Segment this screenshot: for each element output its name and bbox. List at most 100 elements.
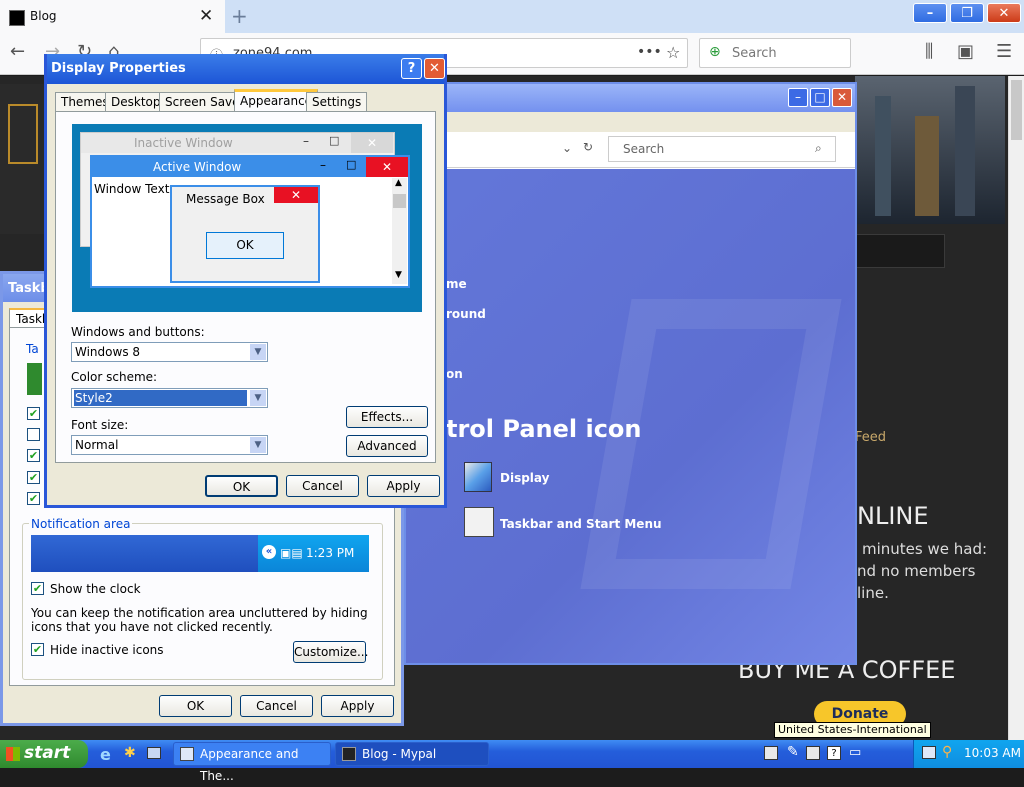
taskbar-option-checkbox-2[interactable] bbox=[27, 428, 40, 441]
chevron-down-icon: ▼ bbox=[250, 437, 266, 453]
display-props-titlebar: Display Properties ? ✕ bbox=[47, 54, 445, 84]
taskbar-start-icon[interactable] bbox=[464, 507, 494, 537]
system-tray: ⚲ 10:03 AM bbox=[913, 740, 1024, 768]
preview-inactive-close-icon: ✕ bbox=[351, 133, 393, 153]
taskbar-ok-button[interactable]: OK bbox=[159, 695, 232, 717]
back-icon[interactable]: ← bbox=[10, 41, 25, 62]
cp-maximize-button[interactable]: □ bbox=[810, 88, 830, 107]
chevron-down-icon: ▼ bbox=[250, 390, 266, 406]
cp-search-placeholder: Search bbox=[623, 142, 665, 156]
online-line2: nd no members bbox=[857, 562, 976, 580]
preview-message-box: Message Box ✕ OK bbox=[170, 185, 320, 283]
maximize-button[interactable]: ❐ bbox=[950, 3, 984, 23]
display-props-title: Display Properties bbox=[51, 61, 186, 76]
tab-favicon-icon bbox=[9, 10, 25, 26]
tab-close-icon[interactable]: ✕ bbox=[199, 6, 213, 26]
cp-item-display[interactable]: Display bbox=[500, 471, 549, 485]
windows-taskbar: start e ✱ Appearance and The... Blog - M… bbox=[0, 740, 1024, 783]
appearance-panel: Inactive Window – □ ✕ Active Window – □ … bbox=[55, 111, 436, 463]
chevron-down-icon: ▼ bbox=[250, 344, 266, 360]
pen-icon[interactable]: ✎ bbox=[787, 744, 799, 760]
menu-icon[interactable]: ☰ bbox=[996, 41, 1012, 62]
preview-time: 1:23 PM bbox=[306, 546, 355, 560]
search-icon[interactable]: ⌕ bbox=[815, 141, 822, 156]
quicklaunch-icon[interactable]: ✱ bbox=[124, 745, 136, 761]
scrollbar-thumb[interactable] bbox=[1011, 80, 1022, 140]
tray-icons-preview: ▣▤ bbox=[280, 546, 303, 560]
page-scrollbar[interactable] bbox=[1008, 76, 1024, 740]
notification-area-label: Notification area bbox=[29, 517, 133, 531]
task-blog-mypal[interactable]: Blog - Mypal bbox=[335, 742, 489, 766]
display-ok-button[interactable]: OK bbox=[205, 475, 278, 497]
tab-title: Blog bbox=[30, 9, 57, 23]
taskbar-cancel-button[interactable]: Cancel bbox=[240, 695, 313, 717]
search-engine-icon[interactable]: ⊕ bbox=[709, 44, 721, 60]
cp-close-button[interactable]: ✕ bbox=[832, 88, 852, 107]
display-apply-button[interactable]: Apply bbox=[367, 475, 440, 497]
cp-menubar bbox=[406, 112, 855, 132]
start-button[interactable]: start bbox=[0, 740, 88, 768]
city-skyline-image bbox=[855, 76, 1005, 224]
library-icon[interactable]: ⫼ bbox=[925, 41, 933, 62]
show-clock-checkbox[interactable]: ✔ bbox=[31, 582, 44, 595]
online-line1: minutes we had: bbox=[862, 540, 988, 558]
ie-icon[interactable]: e bbox=[100, 745, 111, 764]
close-button[interactable]: ✕ bbox=[987, 3, 1021, 23]
customize-button[interactable]: Customize... bbox=[293, 641, 368, 663]
taskbar-option-checkbox-3[interactable]: ✔ bbox=[27, 449, 40, 462]
taskbar-option-checkbox-5[interactable]: ✔ bbox=[27, 492, 40, 505]
search-tray-icon[interactable]: ⚲ bbox=[942, 744, 952, 760]
hide-inactive-checkbox[interactable]: ✔ bbox=[31, 643, 44, 656]
windows-buttons-select[interactable]: Windows 8 ▼ bbox=[71, 342, 268, 362]
network-icon[interactable] bbox=[922, 746, 936, 759]
preview-message-title: Message Box bbox=[186, 192, 265, 206]
preview-active-title: Active Window bbox=[153, 160, 242, 174]
keyboard-icon[interactable] bbox=[764, 746, 778, 760]
color-scheme-select[interactable]: Style2 ▼ bbox=[71, 388, 268, 408]
show-desktop-icon[interactable] bbox=[147, 747, 161, 759]
show-clock-label: Show the clock bbox=[50, 582, 141, 596]
preview-inactive-title: Inactive Window bbox=[134, 136, 233, 150]
taskbar-option-checkbox-4[interactable]: ✔ bbox=[27, 471, 40, 484]
display-cancel-button[interactable]: Cancel bbox=[286, 475, 359, 497]
bookmark-star-icon[interactable]: ☆ bbox=[666, 43, 680, 62]
cp-side-link-1[interactable]: me bbox=[446, 277, 467, 291]
task-appearance[interactable]: Appearance and The... bbox=[173, 742, 331, 783]
minimize-button[interactable]: – bbox=[913, 3, 947, 23]
preview-inactive-min-icon: – bbox=[303, 134, 309, 148]
control-panel-titlebar: – □ ✕ bbox=[406, 84, 855, 112]
display-properties-dialog: Display Properties ? ✕ Themes Desktop Sc… bbox=[44, 54, 447, 508]
effects-button[interactable]: Effects... bbox=[346, 406, 428, 428]
new-tab-button[interactable]: + bbox=[231, 4, 248, 28]
advanced-button[interactable]: Advanced bbox=[346, 435, 428, 457]
sidebar-icon[interactable]: ▣ bbox=[957, 41, 974, 62]
page-actions-icon[interactable]: ••• bbox=[637, 44, 662, 60]
cp-search-input[interactable]: Search ⌕ bbox=[608, 136, 836, 162]
restore-icon[interactable]: ▭ bbox=[849, 745, 861, 760]
taskbar-props-tab[interactable]: Taskb bbox=[9, 308, 50, 328]
taskbar-apply-button[interactable]: Apply bbox=[321, 695, 394, 717]
preview-message-close-icon: ✕ bbox=[274, 187, 318, 203]
taskbar-option-checkbox-1[interactable]: ✔ bbox=[27, 407, 40, 420]
cp-side-link-2[interactable]: round bbox=[446, 307, 486, 321]
language-bar-icon[interactable] bbox=[806, 746, 820, 760]
cp-minimize-button[interactable]: – bbox=[788, 88, 808, 107]
browser-tab-strip: Blog ✕ + – ❐ ✕ bbox=[0, 0, 1024, 33]
cp-side-link-3[interactable]: on bbox=[446, 367, 463, 381]
notification-preview: « ▣▤ 1:23 PM bbox=[31, 535, 369, 572]
site-search-box[interactable] bbox=[855, 234, 945, 268]
search-input[interactable]: ⊕ Search bbox=[699, 38, 851, 68]
help-icon[interactable]: ? bbox=[827, 746, 841, 760]
dialog-close-button[interactable]: ✕ bbox=[424, 58, 445, 79]
tab-desktop[interactable]: Desktop bbox=[105, 92, 167, 112]
tab-settings[interactable]: Settings bbox=[306, 92, 368, 112]
cp-item-taskbar[interactable]: Taskbar and Start Menu bbox=[500, 517, 662, 531]
feed-link[interactable]: Feed bbox=[855, 430, 886, 445]
clock[interactable]: 10:03 AM bbox=[964, 746, 1021, 760]
help-button[interactable]: ? bbox=[401, 58, 422, 79]
display-icon[interactable] bbox=[464, 462, 492, 492]
refresh-icon[interactable]: ↻ bbox=[583, 140, 593, 154]
browser-tab[interactable]: Blog ✕ bbox=[0, 0, 225, 33]
font-size-select[interactable]: Normal ▼ bbox=[71, 435, 268, 455]
dropdown-chevron-icon[interactable]: ⌄ bbox=[562, 141, 572, 155]
